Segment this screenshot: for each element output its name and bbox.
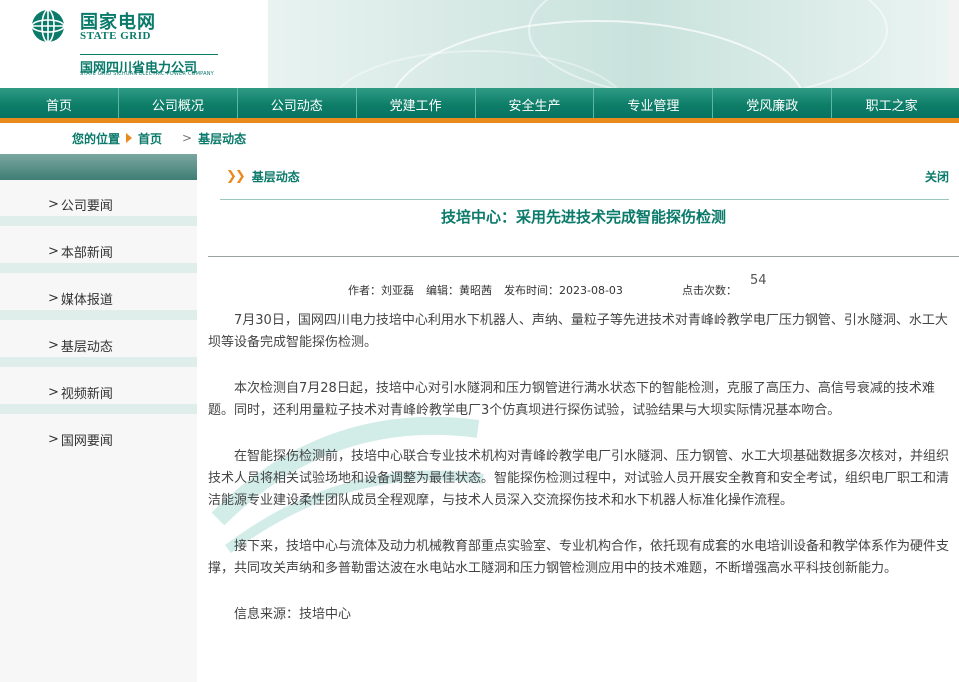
nav-management[interactable]: 专业管理 xyxy=(594,88,714,120)
chevron-right-icon: > xyxy=(48,243,59,259)
main-nav: 首页 公司概况 公司动态 党建工作 安全生产 专业管理 党风廉政 职工之家 xyxy=(0,88,959,120)
nav-accent-bar xyxy=(0,118,959,123)
close-link[interactable]: 关闭 xyxy=(925,168,949,185)
article-source: 信息来源：技培中心 xyxy=(234,607,352,622)
nav-home[interactable]: 首页 xyxy=(0,88,119,120)
nav-company-overview[interactable]: 公司概况 xyxy=(119,88,238,120)
article-panel: ❯❯ 基层动态 关闭 技培中心：采用先进技术完成智能探伤检测 作者：刘亚磊 编辑… xyxy=(208,154,959,682)
chevron-right-icon: > xyxy=(48,337,59,353)
sidebar: > 公司要闻 > 本部新闻 > 媒体报道 > 基层动态 > 视频新闻 > 国网要… xyxy=(0,154,197,682)
state-grid-globe-icon xyxy=(31,9,65,43)
article-paragraph: 本次检测自7月28日起，技培中心对引水隧洞和压力钢管进行满水状态下的智能检测，克… xyxy=(208,381,935,418)
article-paragraph: 7月30日，国网四川电力技培中心利用水下机器人、声纳、量粒子等先进技术对青峰岭教… xyxy=(208,313,948,350)
site-header: 国家电网 STATE GRID 国网四川省电力公司 STATE GRID SIC… xyxy=(0,0,959,88)
hits-label: 点击次数： xyxy=(682,284,737,297)
article-author: 作者：刘亚磊 xyxy=(348,284,414,297)
breadcrumb-separator: > xyxy=(182,131,193,145)
article-editor: 编辑：黄昭茜 xyxy=(426,284,492,297)
sidebar-divider xyxy=(0,404,197,414)
divider xyxy=(220,199,949,200)
section-tag: ❯❯ 基层动态 xyxy=(226,168,300,185)
sidebar-item-label: 公司要闻 xyxy=(60,198,113,214)
nav-staff-home[interactable]: 职工之家 xyxy=(832,88,951,120)
sidebar-divider xyxy=(0,263,197,273)
article-date: 发布时间：2023-08-03 xyxy=(504,284,623,297)
hits-count: 54 xyxy=(750,273,767,288)
sidebar-item-state-grid-news[interactable]: > 国网要闻 xyxy=(0,421,197,457)
article-paragraph: 在智能探伤检测前，技培中心联合专业技术机构对青峰岭教学电厂引水隧洞、压力钢管、水… xyxy=(208,449,950,508)
section-label: 基层动态 xyxy=(251,170,300,184)
nav-integrity[interactable]: 党风廉政 xyxy=(713,88,833,120)
article-body: 7月30日，国网四川电力技培中心利用水下机器人、声纳、量粒子等先进技术对青峰岭教… xyxy=(208,310,953,626)
nav-company-news[interactable]: 公司动态 xyxy=(238,88,357,120)
caret-right-icon xyxy=(126,133,133,143)
chevron-right-icon: > xyxy=(48,431,59,447)
header-banner xyxy=(268,0,948,88)
sidebar-item-label: 本部新闻 xyxy=(60,245,113,261)
sidebar-item-label: 视频新闻 xyxy=(60,386,113,402)
sidebar-item-label: 媒体报道 xyxy=(60,292,113,308)
chevron-right-icon: > xyxy=(48,290,59,306)
article-paragraph: 接下来，技培中心与流体及动力机械教育部重点实验室、专业机构合作，依托现有成套的水… xyxy=(208,539,950,576)
double-chevron-icon: ❯❯ xyxy=(226,169,246,184)
chevron-right-icon: > xyxy=(48,384,59,400)
divider xyxy=(208,256,959,257)
header-edge xyxy=(948,0,959,88)
sidebar-divider xyxy=(0,357,197,367)
sidebar-divider xyxy=(0,310,197,320)
company-name-en: STATE GRID SICHUAN ELECTRIC POWER COMPAN… xyxy=(80,71,214,77)
breadcrumb-home[interactable]: 首页 xyxy=(138,130,162,147)
article-title: 技培中心：采用先进技术完成智能探伤检测 xyxy=(440,208,726,226)
breadcrumb-label: 您的位置 xyxy=(72,131,121,146)
article-meta: 作者：刘亚磊 编辑：黄昭茜 发布时间：2023-08-03 xyxy=(348,282,635,298)
breadcrumb-current[interactable]: 基层动态 xyxy=(198,130,246,147)
sidebar-item-label: 国网要闻 xyxy=(60,433,113,449)
chevron-right-icon: > xyxy=(48,196,59,212)
sidebar-divider xyxy=(0,216,197,226)
breadcrumb: 您的位置 首页 > 基层动态 xyxy=(72,129,246,147)
logo-text-en: STATE GRID xyxy=(80,30,151,42)
nav-safety[interactable]: 安全生产 xyxy=(476,88,595,120)
nav-party-building[interactable]: 党建工作 xyxy=(357,88,476,120)
sidebar-header xyxy=(0,154,197,180)
sidebar-item-label: 基层动态 xyxy=(60,339,113,355)
